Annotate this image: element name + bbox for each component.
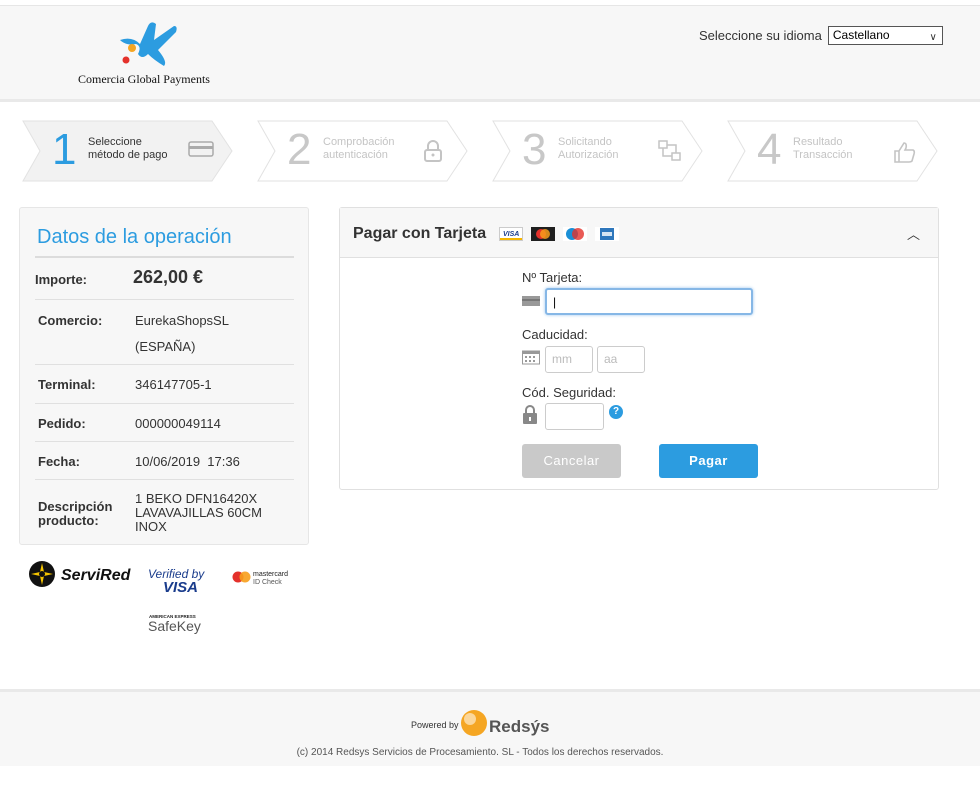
- expiry-year-input[interactable]: aa: [597, 346, 645, 373]
- cvv-input[interactable]: [545, 403, 604, 430]
- fecha-label: Fecha:: [38, 454, 80, 469]
- row-pedido: Pedido: 000000049114: [35, 404, 294, 442]
- payment-title: Pagar con Tarjeta: [353, 225, 487, 242]
- step-3-label: Solicitando Autorización: [558, 136, 619, 161]
- chevron-up-icon[interactable]: ︿: [907, 224, 920, 243]
- svg-text:SafeKey: SafeKey: [148, 618, 201, 634]
- step-2-number: 2: [287, 125, 312, 174]
- step-4-label: Resultado Transacción: [793, 136, 853, 161]
- amex-icon: [595, 227, 619, 241]
- terminal-value: 346147705-1: [135, 377, 212, 392]
- card-number-label: Nº Tarjeta:: [522, 270, 583, 285]
- language-selected: Castellano: [832, 28, 890, 42]
- step-1: 1 Seleccione método de pago: [22, 120, 257, 182]
- header: Comercia Global Payments Seleccione su i…: [0, 6, 980, 102]
- step-4-number: 4: [757, 125, 782, 174]
- comercio-value-line2: (ESPAÑA): [135, 339, 196, 354]
- row-terminal: Terminal: 346147705-1: [35, 365, 294, 404]
- comercio-label: Comercio:: [38, 313, 103, 328]
- calendar-icon: [522, 350, 540, 365]
- step-4: 4 Resultado Transacción: [727, 120, 962, 182]
- descripcion-label: Descripción producto:: [38, 499, 113, 528]
- footer: Powered by Redsýs (c) 2014 Redsys Servic…: [0, 689, 980, 766]
- security-logos-graphic: ServiRed Verified by VISA mastercard ID …: [29, 561, 288, 634]
- lock-icon: [424, 140, 442, 162]
- row-comercio: Comercio: EurekaShopsSL (ESPAÑA): [35, 300, 294, 365]
- svg-text:ID Check: ID Check: [253, 579, 282, 586]
- powered-by-label: Powered by: [411, 720, 459, 730]
- progress-steps: 1 Seleccione método de pago 2 Comprobació…: [22, 120, 942, 182]
- expiry-label: Caducidad:: [522, 327, 588, 342]
- card-icon: [188, 141, 214, 157]
- network-icon: [658, 140, 681, 161]
- descripcion-value: 1 BEKO DFN16420X LAVAVAJILLAS 60CM INOX: [135, 491, 262, 534]
- row-fecha: Fecha: 10/06/2019 17:36: [35, 442, 294, 480]
- fecha-value: 10/06/2019 17:36: [135, 454, 240, 469]
- lock-icon: [523, 405, 537, 424]
- caixa-star-icon: [120, 22, 177, 66]
- step-2-label: Comprobación autenticación: [323, 136, 395, 161]
- card-icon: [522, 296, 540, 306]
- svg-text:VISA: VISA: [163, 579, 198, 596]
- servired-logo: ServiRed: [29, 561, 132, 587]
- card-number-input[interactable]: |: [545, 288, 753, 315]
- importe-label: Importe:: [35, 272, 87, 287]
- svg-text:VISA: VISA: [503, 231, 519, 238]
- security-logos: ServiRed Verified by VISA mastercard ID …: [28, 560, 308, 640]
- help-icon[interactable]: ?: [609, 405, 623, 419]
- maestro-icon: [563, 227, 587, 241]
- expiry-month-input[interactable]: mm: [545, 346, 593, 373]
- operation-title: Datos de la operación: [37, 226, 232, 248]
- verified-by-visa-logo: Verified by VISA: [148, 567, 205, 596]
- pedido-value: 000000049114: [135, 416, 221, 431]
- comercio-value-line1: EurekaShopsSL: [135, 313, 229, 328]
- svg-text:Redsýs: Redsýs: [489, 717, 549, 736]
- amex-safekey-logo: AMERICAN EXPRESS SafeKey: [148, 614, 201, 634]
- operation-details-panel: Datos de la operación Importe: 262,00 € …: [19, 207, 309, 545]
- copyright-text: (c) 2014 Redsys Servicios de Procesamien…: [296, 747, 664, 758]
- row-descripcion: Descripción producto: 1 BEKO DFN16420X LAV…: [35, 480, 294, 540]
- svg-text:mastercard: mastercard: [253, 571, 288, 578]
- mastercard-icon: [531, 227, 555, 241]
- step-1-number: 1: [52, 125, 77, 174]
- thumbs-up-icon: [894, 142, 916, 163]
- language-select[interactable]: Castellano ∨: [827, 26, 943, 45]
- step-3: 3 Solicitando Autorización: [492, 120, 727, 182]
- step-1-label: Seleccione método de pago: [88, 136, 168, 161]
- language-label: Seleccione su idioma: [699, 28, 822, 43]
- step-3-number: 3: [522, 125, 547, 174]
- brand-logo-text: Comercia Global Payments: [78, 72, 210, 86]
- step-2: 2 Comprobación autenticación: [257, 120, 492, 182]
- chevron-down-icon: ∨: [929, 32, 937, 43]
- pay-button[interactable]: Pagar: [659, 444, 758, 478]
- payment-panel: Pagar con Tarjeta VISA ︿ Nº Tarjeta: | C…: [339, 207, 939, 490]
- cancel-button[interactable]: Cancelar: [522, 444, 621, 478]
- row-importe: Importe: 262,00 €: [35, 258, 294, 300]
- importe-value: 262,00 €: [133, 267, 204, 287]
- pedido-label: Pedido:: [38, 416, 86, 431]
- visa-icon: VISA: [499, 227, 523, 241]
- mastercard-id-check-logo: mastercard ID Check: [232, 571, 288, 586]
- brand-logo: Comercia Global Payments: [76, 20, 226, 90]
- terminal-label: Terminal:: [38, 377, 96, 392]
- language-selector: Seleccione su idioma Castellano ∨: [699, 26, 943, 45]
- cvv-label: Cód. Seguridad:: [522, 385, 616, 400]
- card-brand-logos: VISA: [499, 227, 619, 241]
- payment-header[interactable]: Pagar con Tarjeta VISA ︿: [340, 208, 938, 258]
- redsys-logo: Redsýs: [461, 710, 549, 736]
- svg-text:ServiRed: ServiRed: [61, 567, 132, 584]
